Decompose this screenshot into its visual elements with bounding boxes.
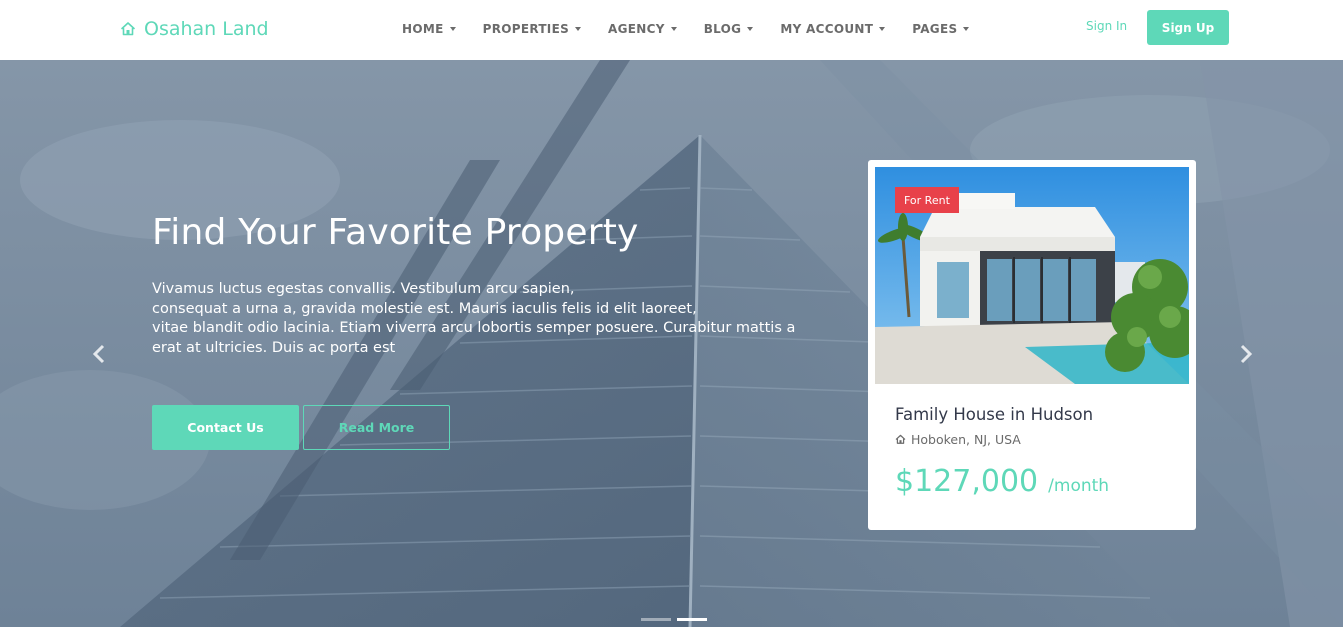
price-unit: /month (1048, 476, 1110, 496)
carousel-indicators (641, 618, 707, 621)
for-rent-badge: For Rent (895, 187, 959, 213)
nav-item-label: BLOG (703, 22, 742, 36)
sign-up-button[interactable]: Sign Up (1147, 10, 1229, 45)
nav-item-label: MY ACCOUNT (780, 22, 874, 36)
nav-item-label: AGENCY (608, 22, 665, 36)
property-price: $127,000 /month (895, 464, 1109, 499)
caret-down-icon (879, 27, 886, 31)
caret-down-icon (670, 27, 677, 31)
home-icon (121, 22, 135, 36)
nav-item-my-account[interactable]: MY ACCOUNT (780, 22, 886, 36)
hero-description-line: Vivamus luctus egestas convallis. Vestib… (152, 281, 575, 297)
carousel-indicator-active[interactable] (677, 618, 707, 621)
caret-down-icon (575, 27, 582, 31)
nav-item-properties[interactable]: PROPERTIES (482, 22, 582, 36)
nav-item-blog[interactable]: BLOG (704, 22, 754, 36)
property-card[interactable]: For Rent Family House in Hudson Hoboken,… (868, 160, 1196, 530)
main-nav: HOME PROPERTIES AGENCY BLOG MY ACCOUNT P… (402, 19, 996, 39)
caret-down-icon (963, 27, 970, 31)
home-icon (895, 434, 906, 444)
nav-item-agency[interactable]: AGENCY (608, 22, 677, 36)
brand-logo[interactable]: Osahan Land (120, 16, 269, 42)
hero-description-line: consequat a urna a, gravida molestie est… (152, 300, 697, 317)
chevron-left-icon[interactable] (90, 343, 110, 365)
chevron-right-icon[interactable] (1236, 343, 1256, 365)
hero-description: Vivamus luctus egestas convallis. Vestib… (152, 280, 822, 358)
sign-in-link[interactable]: Sign In (1086, 19, 1127, 33)
read-more-button[interactable]: Read More (303, 405, 450, 450)
caret-down-icon (747, 27, 754, 31)
nav-item-label: HOME (402, 22, 444, 36)
nav-item-home[interactable]: HOME (402, 22, 456, 36)
nav-item-label: PROPERTIES (482, 22, 570, 36)
caret-down-icon (449, 27, 456, 31)
hero-description-line: vitae blandit odio lacinia. Etiam viverr… (152, 320, 796, 336)
price-amount: $127,000 (895, 464, 1039, 499)
navbar: Osahan Land HOME PROPERTIES AGENCY BLOG … (0, 0, 1343, 60)
nav-item-pages[interactable]: PAGES (912, 22, 970, 36)
brand-name: Osahan Land (144, 18, 269, 40)
property-location: Hoboken, NJ, USA (895, 432, 1021, 447)
hero-carousel: Find Your Favorite Property Vivamus luct… (0, 60, 1343, 627)
hero-description-line: erat at ultricies. Duis ac porta est (152, 339, 396, 356)
carousel-indicator[interactable] (641, 618, 671, 621)
hero-title: Find Your Favorite Property (152, 212, 639, 253)
nav-item-label: PAGES (912, 22, 958, 36)
contact-us-button[interactable]: Contact Us (152, 405, 299, 450)
property-title[interactable]: Family House in Hudson (895, 405, 1093, 424)
location-text: Hoboken, NJ, USA (911, 432, 1021, 447)
